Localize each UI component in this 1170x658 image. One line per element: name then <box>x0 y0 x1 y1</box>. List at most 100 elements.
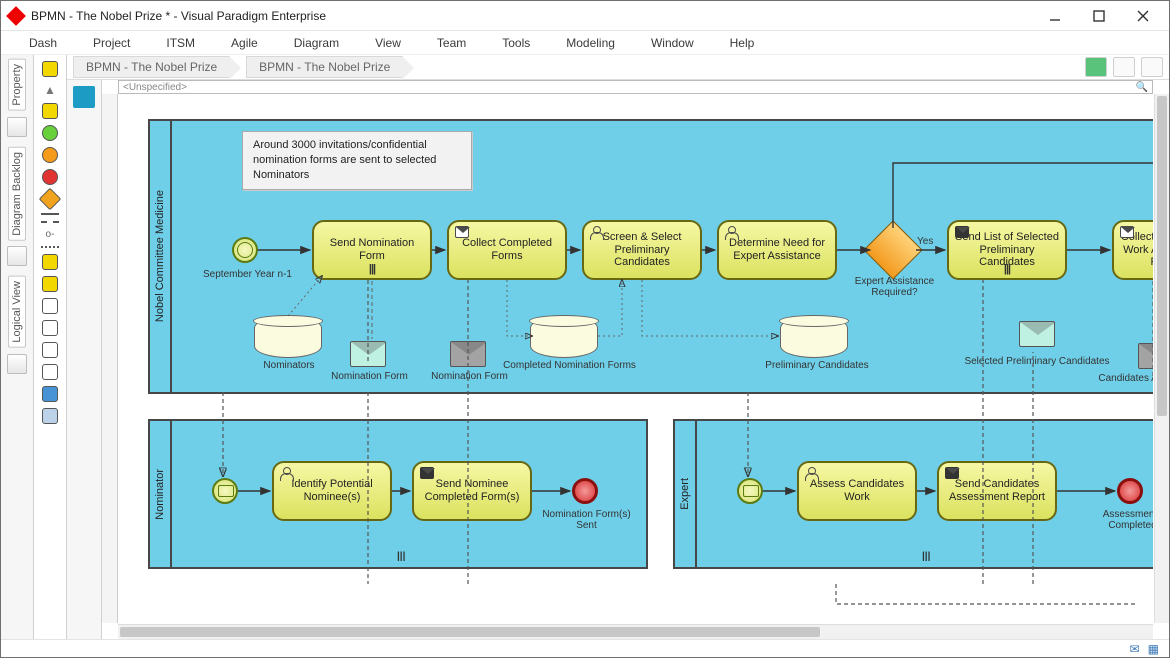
end-event[interactable] <box>1117 478 1143 504</box>
close-button[interactable] <box>1121 1 1165 30</box>
gateway-expert-required[interactable] <box>863 220 922 279</box>
gateway-label: Expert Assistance Required? <box>842 276 947 298</box>
palette-data-store-icon[interactable] <box>42 364 58 380</box>
pointer-tool-icon[interactable] <box>73 86 95 108</box>
menu-window[interactable]: Window <box>633 34 712 52</box>
status-bar: ✉ ▦ <box>1 639 1169 657</box>
menubar: Dash Project ITSM Agile Diagram View Tea… <box>1 31 1169 55</box>
datastore-nominators[interactable] <box>254 316 322 358</box>
menu-agile[interactable]: Agile <box>213 34 276 52</box>
toolbar-comment-icon[interactable] <box>1085 57 1107 77</box>
breadcrumb: BPMN - The Nobel Prize BPMN - The Nobel … <box>67 55 1169 80</box>
palette-call-activity-icon[interactable] <box>42 276 58 292</box>
message-label: Nomination Form <box>322 371 417 382</box>
send-icon <box>955 226 969 238</box>
minimize-button[interactable] <box>1033 1 1077 30</box>
pool-header[interactable]: Nobel Committee Medicine <box>150 121 172 392</box>
scrollbar-horizontal[interactable] <box>118 624 1153 639</box>
multi-instance-icon: ||| <box>369 263 375 276</box>
toolbar-export-icon[interactable] <box>1141 57 1163 77</box>
toolbar-layout-icon[interactable] <box>1113 57 1135 77</box>
palette-start-event-icon[interactable] <box>42 125 58 141</box>
palette-intermediate-event-icon[interactable] <box>42 147 58 163</box>
side-tab-property[interactable]: Property <box>8 59 26 111</box>
datastore-preliminary-candidates[interactable] <box>780 316 848 358</box>
menu-itsm[interactable]: ITSM <box>148 34 213 52</box>
palette-data-object-icon[interactable] <box>42 298 58 314</box>
side-tool-icon[interactable] <box>7 354 27 374</box>
text-annotation[interactable]: Around 3000 invitations/confidential nom… <box>242 131 472 190</box>
mail-icon[interactable]: ✉ <box>1130 642 1140 656</box>
palette-end-event-icon[interactable] <box>42 169 58 185</box>
palette-task-icon[interactable] <box>42 103 58 119</box>
multi-instance-icon: ||| <box>1004 263 1010 276</box>
palette-association-icon[interactable] <box>41 246 59 248</box>
task-collect-forms[interactable]: Collect Completed Forms <box>447 220 567 280</box>
message-nomination-form-in[interactable] <box>450 341 486 367</box>
palette-sequence-flow-icon[interactable] <box>41 213 59 215</box>
task-send-nominee-forms[interactable]: Send Nominee Completed Form(s) <box>412 461 532 521</box>
menu-diagram[interactable]: Diagram <box>276 34 357 52</box>
breadcrumb-item[interactable]: BPMN - The Nobel Prize <box>246 56 403 78</box>
message-selected-candidates[interactable] <box>1019 321 1055 347</box>
task-send-nomination[interactable]: Send Nomination Form ||| <box>312 220 432 280</box>
datastore-label: Nominators <box>244 360 334 371</box>
palette-subprocess-icon[interactable] <box>42 254 58 270</box>
task-determine-need[interactable]: Determine Need for Expert Assistance <box>717 220 837 280</box>
ruler-vertical <box>102 94 118 623</box>
datastore-label: Completed Nomination Forms <box>492 360 647 371</box>
palette-pool-icon[interactable] <box>42 61 58 77</box>
palette-message-flow-icon[interactable] <box>41 221 59 223</box>
message-nomination-form-out[interactable] <box>350 341 386 367</box>
datastore-completed-forms[interactable] <box>530 316 598 358</box>
maximize-button[interactable] <box>1077 1 1121 30</box>
window-title: BPMN - The Nobel Prize * - Visual Paradi… <box>31 9 1033 23</box>
pool-expert[interactable]: Expert Assess Candidates Work Send Candi… <box>673 419 1153 569</box>
palette-text-annotation-icon[interactable] <box>42 408 58 424</box>
palette-group-icon[interactable] <box>42 386 58 402</box>
pool-nobel-committee[interactable]: Nobel Committee Medicine Around 3000 inv… <box>148 119 1153 394</box>
side-tab-logical[interactable]: Logical View <box>8 276 26 348</box>
palette-data-output-icon[interactable] <box>42 342 58 358</box>
task-send-list[interactable]: Send List of Selected Preliminary Candid… <box>947 220 1067 280</box>
palette-gateway-icon[interactable] <box>39 188 62 211</box>
message-label: Candidates Assessment <box>1077 373 1153 384</box>
side-tool-icon[interactable] <box>7 117 27 137</box>
start-event-message[interactable] <box>212 478 238 504</box>
edge-label-yes: Yes <box>917 236 933 247</box>
pool-header[interactable]: Expert <box>675 421 697 567</box>
layout-icon[interactable]: ▦ <box>1148 642 1159 656</box>
pool-nominator[interactable]: Nominator Identify Potential Nominee(s) … <box>148 419 648 569</box>
start-event-message[interactable] <box>737 478 763 504</box>
breadcrumb-item[interactable]: BPMN - The Nobel Prize <box>73 56 230 78</box>
task-assess-candidates[interactable]: Assess Candidates Work <box>797 461 917 521</box>
menu-dash[interactable]: Dash <box>11 34 75 52</box>
side-tool-icon[interactable] <box>7 246 27 266</box>
palette-data-input-icon[interactable] <box>42 320 58 336</box>
pool-header[interactable]: Nominator <box>150 421 172 567</box>
menu-help[interactable]: Help <box>712 34 773 52</box>
datastore-label: Selected Preliminary Candidates <box>947 356 1127 367</box>
menu-tools[interactable]: Tools <box>484 34 548 52</box>
titlebar: BPMN - The Nobel Prize * - Visual Paradi… <box>1 1 1169 31</box>
scrollbar-vertical[interactable] <box>1154 94 1169 623</box>
side-tab-backlog[interactable]: Diagram Backlog <box>8 147 26 241</box>
receive-icon <box>455 226 469 238</box>
task-send-assessment[interactable]: Send Candidates Assessment Report <box>937 461 1057 521</box>
start-event-timer[interactable] <box>232 237 258 263</box>
message-assessment-in[interactable] <box>1138 343 1153 369</box>
task-identify-nominees[interactable]: Identify Potential Nominee(s) <box>272 461 392 521</box>
menu-project[interactable]: Project <box>75 34 148 52</box>
stereotype-bar[interactable]: <Unspecified> 🔍 <box>118 80 1153 94</box>
task-collect-assessment[interactable]: Collect Candidates Work Assessment Repor… <box>1112 220 1153 280</box>
app-logo-icon <box>6 6 26 26</box>
menu-modeling[interactable]: Modeling <box>548 34 633 52</box>
shape-palette: ▲ o- <box>34 55 67 639</box>
menu-view[interactable]: View <box>357 34 419 52</box>
event-label: Assessments Completed <box>1085 509 1153 531</box>
diagram-canvas[interactable]: <Unspecified> 🔍 Nobel Committee Medicine… <box>102 80 1169 639</box>
menu-team[interactable]: Team <box>419 34 484 52</box>
task-screen-select[interactable]: Screen & Select Preliminary Candidates <box>582 220 702 280</box>
end-event[interactable] <box>572 478 598 504</box>
user-task-icon <box>725 226 739 240</box>
